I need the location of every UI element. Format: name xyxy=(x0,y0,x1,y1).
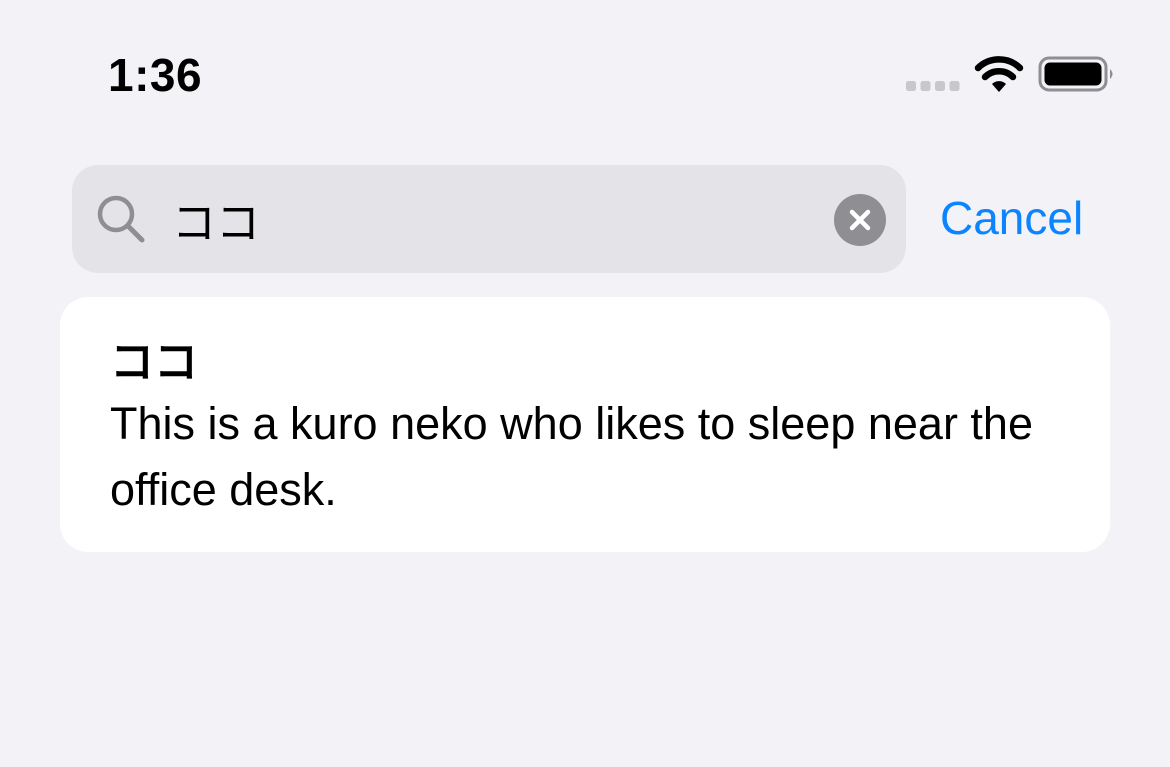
clear-icon xyxy=(849,209,871,231)
cancel-button[interactable]: Cancel xyxy=(940,190,1083,246)
search-bar[interactable] xyxy=(72,165,906,273)
status-time: 1:36 xyxy=(108,49,203,101)
status-bar: 1:36 xyxy=(0,0,1170,150)
battery-icon xyxy=(1038,56,1113,92)
search-result-item[interactable]: ココ This is a kuro neko who likes to slee… xyxy=(60,297,1110,552)
result-description: This is a kuro neko who likes to sleep n… xyxy=(110,398,1033,515)
search-input[interactable] xyxy=(172,185,822,253)
result-title: ココ xyxy=(110,337,198,388)
search-icon xyxy=(97,195,145,243)
wifi-icon xyxy=(974,56,1024,92)
clear-search-button[interactable] xyxy=(834,194,886,246)
cellular-signal-icon xyxy=(906,81,960,91)
